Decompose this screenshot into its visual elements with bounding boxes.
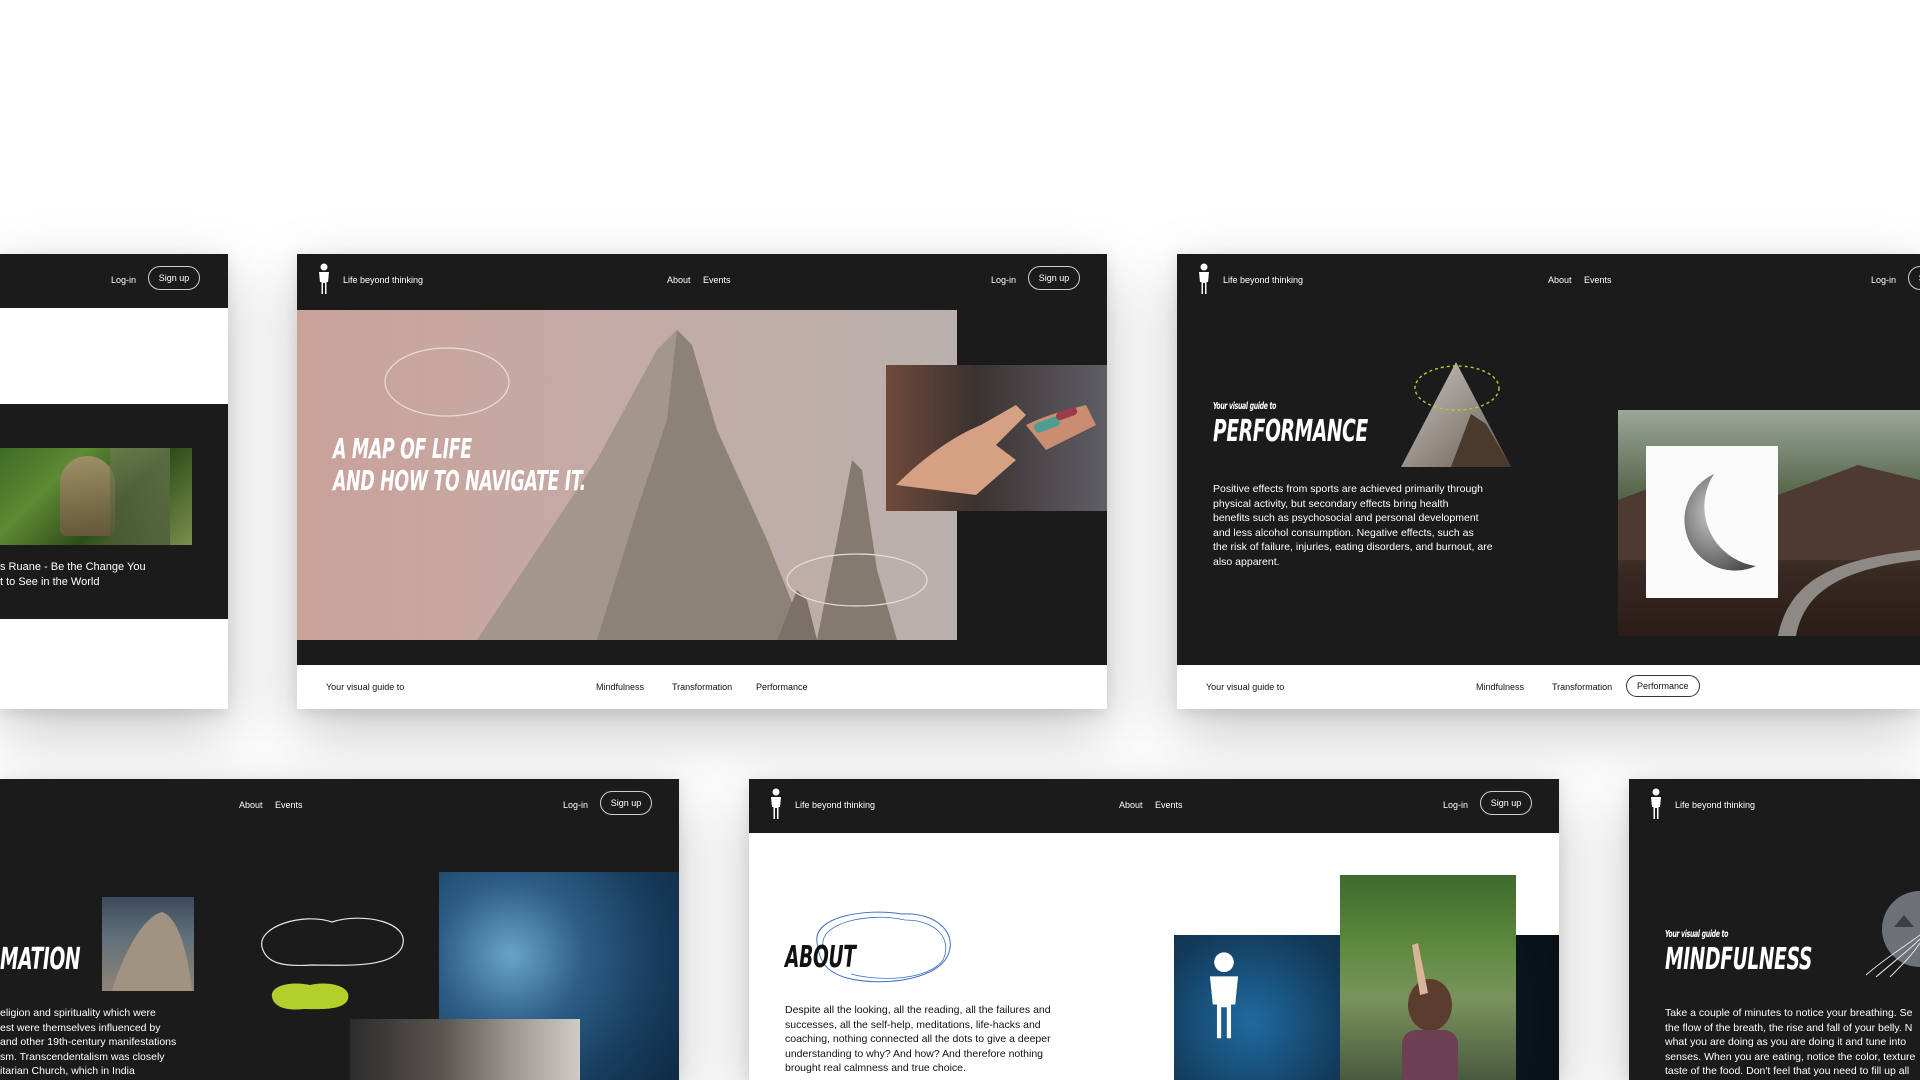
signup-button[interactable]: Sign up [148,266,200,290]
brand-name[interactable]: Life beyond thinking [795,800,875,810]
performance-title: PERFORMANCE [1213,414,1368,449]
signup-button[interactable]: Sign up [600,791,652,815]
performance-text: Positive effects from sports are achieve… [1213,483,1493,568]
nav-bar: Life beyond thinking About Events Log-in… [297,254,1107,308]
caption-line-2: t to See in the World [0,576,100,588]
card-performance: Life beyond thinking About Events Log-in… [1177,254,1920,709]
person-logo-icon[interactable] [1649,788,1663,820]
nav-about[interactable]: About [239,800,263,810]
outline-blob-shape [252,907,412,977]
tab-mindfulness[interactable]: Mindfulness [596,682,644,692]
hands-photo [886,365,1107,511]
signup-button[interactable]: Sign up [1908,266,1920,290]
bottom-label: Your visual guide to [1206,682,1285,692]
triangle-rock-image [1401,354,1521,474]
tab-transformation[interactable]: Transformation [1552,682,1612,692]
card-partial-left: Log-in Sign up s Ruane - Be the Change Y… [0,254,228,709]
nav-bar: About Events Log-in Sign up [0,779,679,833]
nav-about[interactable]: About [1119,800,1143,810]
tab-transformation[interactable]: Transformation [672,682,732,692]
nav-bar: Life beyond thinking [1629,779,1920,833]
lime-blob-shape [268,979,352,1013]
nav-events[interactable]: Events [1155,800,1183,810]
hero-headline-1: A MAP OF LIFE [333,432,472,465]
about-title: ABOUT [785,940,856,975]
nav-events[interactable]: Events [275,800,303,810]
about-text: Despite all the looking, all the reading… [785,1004,1051,1075]
gardener-photo [0,448,192,545]
forest-woman-photo [1340,875,1516,1080]
person-logo-icon[interactable] [1197,263,1211,295]
performance-kicker: Your visual guide to [1213,401,1277,412]
card-mindfulness: Life beyond thinking Your visual guide t… [1629,779,1920,1080]
signup-button[interactable]: Sign up [1028,266,1080,290]
mindfulness-text: Take a couple of minutes to notice your … [1665,1007,1916,1078]
moon-image [1646,446,1778,598]
bottom-nav: Your visual guide to Mindfulness Transfo… [297,665,1107,709]
brand-name[interactable]: Life beyond thinking [343,275,423,285]
nav-bar: Log-in Sign up [0,254,228,308]
hands-clay-photo [350,1019,580,1080]
caption-line-1: s Ruane - Be the Change You [0,561,146,573]
login-link[interactable]: Log-in [111,275,136,285]
login-link[interactable]: Log-in [563,800,588,810]
rock-night-photo [102,897,194,991]
brand-name[interactable]: Life beyond thinking [1675,800,1755,810]
tab-performance-active[interactable]: Performance [1626,675,1700,697]
nav-events[interactable]: Events [703,275,731,285]
mindfulness-title: MINDFULNESS [1665,942,1813,977]
login-link[interactable]: Log-in [1871,275,1896,285]
hero-headline-2: AND HOW TO NAVIGATE IT. [333,464,586,497]
tab-mindfulness[interactable]: Mindfulness [1476,682,1524,692]
login-link[interactable]: Log-in [1443,800,1468,810]
bottom-nav: Your visual guide to Mindfulness Transfo… [1177,665,1920,709]
person-logo-icon[interactable] [769,788,783,820]
nav-about[interactable]: About [1548,275,1572,285]
nav-bar: Life beyond thinking About Events Log-in… [1177,254,1920,308]
transformation-title: MATION [0,942,81,977]
login-link[interactable]: Log-in [991,275,1016,285]
nav-about[interactable]: About [667,275,691,285]
card-transformation: About Events Log-in Sign up MATION eligi… [0,779,679,1080]
globe-lines-image [1864,887,1920,977]
signup-button[interactable]: Sign up [1480,791,1532,815]
nav-bar: Life beyond thinking About Events Log-in… [749,779,1559,833]
card-about: Life beyond thinking About Events Log-in… [749,779,1559,1080]
tab-performance[interactable]: Performance [756,682,808,692]
transformation-text: eligion and spirituality which were est … [0,1007,177,1078]
brand-name[interactable]: Life beyond thinking [1223,275,1303,285]
bottom-label: Your visual guide to [326,682,405,692]
card-home: Life beyond thinking About Events Log-in… [297,254,1107,709]
nav-events[interactable]: Events [1584,275,1612,285]
mindfulness-kicker: Your visual guide to [1665,929,1729,940]
person-logo-icon[interactable] [317,263,331,295]
